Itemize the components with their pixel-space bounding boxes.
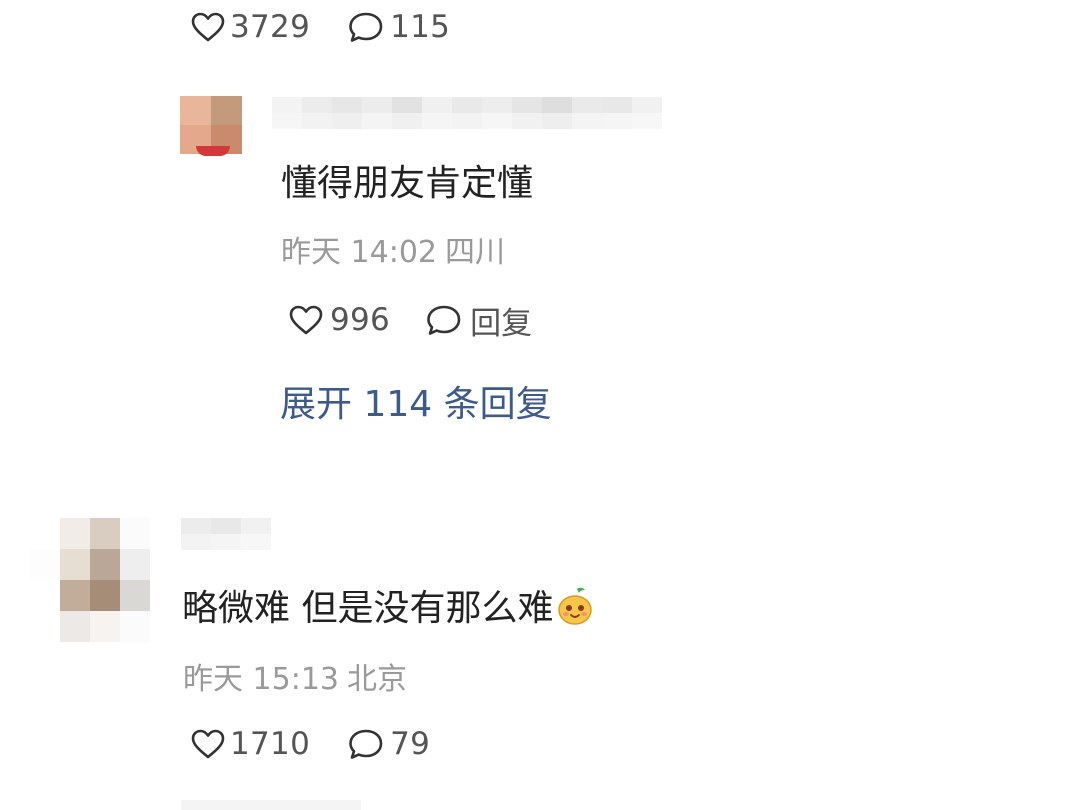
comment-thread: 3729 115 懂得朋友肯定懂 昨天 14:02 四川 996 回复 展开 1… — [0, 0, 1080, 810]
comment-like-button[interactable]: 1710 — [190, 724, 310, 764]
comment-bubble-icon — [427, 305, 461, 335]
comment-meta: 昨天 15:13 北京 — [183, 660, 407, 700]
reply-actions: 996 回复 — [288, 298, 532, 343]
comment-bubble-icon — [349, 729, 383, 759]
comment-like-count: 1710 — [230, 726, 311, 762]
heart-icon — [191, 12, 225, 42]
reply-username[interactable] — [272, 97, 664, 129]
reply-time: 昨天 14:02 — [281, 235, 437, 270]
heart-icon — [191, 729, 225, 759]
heart-icon — [289, 305, 323, 335]
comment-text: 略微难 但是没有那么难 — [182, 588, 554, 629]
reply-count-button[interactable]: 115 — [346, 7, 450, 47]
reply-meta: 昨天 14:02 四川 — [281, 233, 505, 273]
reply-label: 回复 — [470, 305, 533, 342]
comment-username[interactable] — [181, 518, 273, 550]
smiling-pear-emoji — [555, 586, 595, 639]
reply-count: 115 — [390, 9, 451, 45]
comment-reply-count: 79 — [390, 726, 431, 762]
expand-replies-link[interactable]: 展开 114 条回复 — [280, 381, 552, 429]
reply-text: 懂得朋友肯定懂 — [281, 163, 534, 204]
comment-bubble-icon — [349, 12, 383, 42]
comment-avatar[interactable] — [30, 518, 150, 642]
comment-time: 昨天 15:13 — [183, 662, 339, 697]
like-count: 3729 — [230, 9, 311, 45]
reply-like-button[interactable]: 996 — [288, 300, 390, 340]
reply-like-count: 996 — [330, 302, 391, 338]
avatar-badge — [196, 146, 230, 156]
comment-location: 北京 — [347, 662, 407, 697]
reply-location: 四川 — [445, 235, 505, 270]
comment-text-line: 略微难 但是没有那么难 — [182, 585, 595, 639]
next-comment-edge — [181, 800, 361, 810]
comment-reply-count-button[interactable]: 79 — [346, 724, 430, 764]
reply-to-reply-button[interactable]: 回复 — [424, 298, 532, 343]
like-button[interactable]: 3729 — [190, 7, 310, 47]
top-comment-actions: 3729 115 — [190, 7, 450, 47]
comment-actions: 1710 79 — [190, 724, 430, 764]
